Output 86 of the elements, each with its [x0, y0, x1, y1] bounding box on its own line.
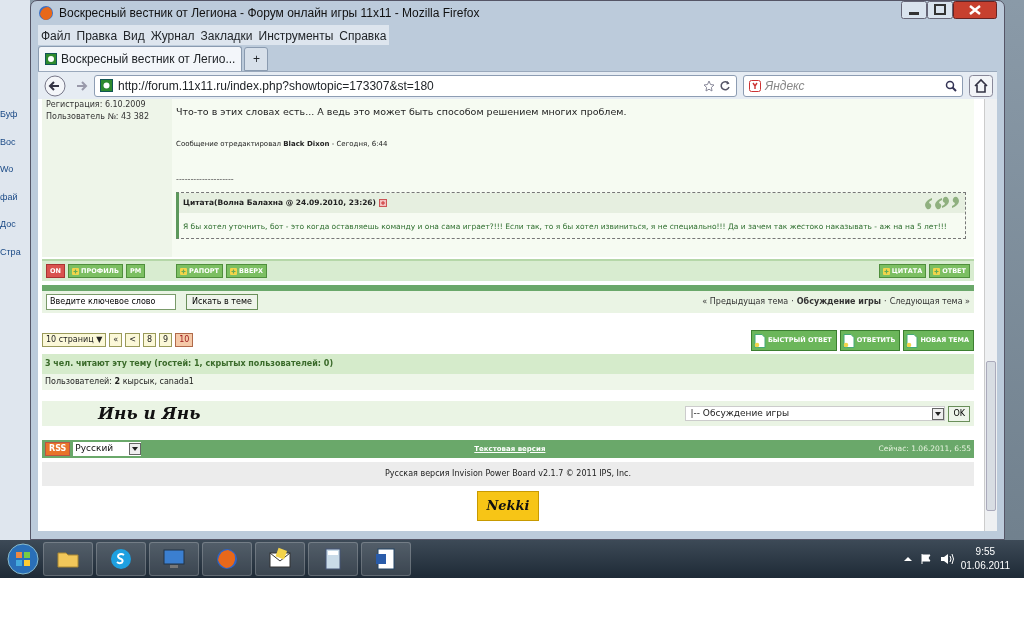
- site-icon: [100, 79, 113, 92]
- background-window-text: Wo: [0, 163, 15, 176]
- dot-separator: ·: [884, 296, 887, 308]
- taskbar-button[interactable]: [43, 542, 93, 576]
- sponsor-logo[interactable]: Nekki: [477, 491, 539, 521]
- quote-mark-icon: [923, 195, 961, 210]
- registration-date: Регистрация: 6.10.2009: [46, 99, 147, 111]
- window-title: Воскресный вестник от Легиона - Форум онлайн игры 11х11 - Mozilla Firefox: [59, 5, 480, 22]
- taskbar-button[interactable]: [308, 542, 358, 576]
- signature-separator: --------------------: [176, 173, 235, 186]
- address-field[interactable]: http://forum.11x11.ru/index.php?showtopic=173307&st=180: [94, 74, 737, 97]
- page-icon: [906, 333, 919, 348]
- user-number: Пользователь №: 43 382: [46, 111, 150, 123]
- users-label: Пользователей:: [45, 377, 113, 386]
- ok-button[interactable]: OK: [948, 405, 970, 422]
- menu-item[interactable]: Справка: [336, 25, 390, 45]
- menu-item[interactable]: Журнал: [147, 25, 198, 45]
- keyword-field[interactable]: Введите ключевое слово: [46, 294, 176, 310]
- back-button[interactable]: [42, 74, 68, 97]
- taskbar-button[interactable]: [255, 542, 305, 576]
- document-icon: [374, 547, 398, 571]
- readers-title: 3 чел. читают эту тему (гостей: 1, скрытых пользователей: 0): [42, 354, 974, 374]
- clock-time[interactable]: 9:55: [960, 545, 1010, 559]
- user-link[interactable]: canada1: [159, 377, 194, 386]
- plus-icon: [180, 267, 187, 275]
- clock-date[interactable]: 01.06.2011: [960, 559, 1010, 573]
- user-count: 2: [114, 377, 121, 386]
- plus-icon: [933, 267, 941, 275]
- page-icon: [842, 333, 855, 348]
- chat-app-icon: [109, 547, 133, 571]
- site-icon: [45, 53, 57, 65]
- browser-logo-icon: [38, 5, 54, 21]
- search-topic-button[interactable]: Искать в теме: [186, 294, 258, 310]
- plus-icon: [71, 267, 79, 275]
- copyright-text: Русская версия Invision Power Board v2.1.7 © 2011 IPS, Inc.: [42, 462, 974, 486]
- page-icon: [753, 333, 766, 348]
- next-topic-link[interactable]: Следующая тема »: [889, 296, 970, 308]
- taskbar-button[interactable]: [96, 542, 146, 576]
- menu-item[interactable]: Закладки: [197, 25, 256, 45]
- background-window-text: фай: [0, 190, 19, 204]
- forum-jump-select[interactable]: |-- Обсуждение игры: [685, 405, 946, 422]
- reload-button[interactable]: [719, 79, 731, 92]
- monitor-icon: [162, 547, 186, 571]
- browser-tab[interactable]: Воскресный вестник от Легио...: [38, 46, 243, 71]
- start-button[interactable]: [6, 542, 40, 576]
- page-link[interactable]: <: [125, 333, 140, 347]
- flag-icon[interactable]: [919, 553, 932, 565]
- dropdown-icon: [129, 443, 142, 455]
- background-window-text: Дос: [0, 218, 17, 231]
- menu-item[interactable]: Правка: [73, 25, 121, 45]
- search-icon[interactable]: [945, 79, 957, 92]
- plus-icon: [882, 267, 890, 275]
- language-select[interactable]: Русский: [73, 442, 142, 456]
- page-link[interactable]: 10: [175, 333, 194, 347]
- post-text: Что-то в этих словах есть... А ведь это может быть способом решением многих проблем.: [176, 105, 628, 119]
- menu-item[interactable]: Вид: [120, 25, 148, 45]
- maximize-button[interactable]: [927, 1, 953, 19]
- page-link[interactable]: 9: [159, 333, 173, 347]
- previous-topic-link[interactable]: « Предыдущая тема: [702, 296, 789, 308]
- background-window-text: Буф: [0, 108, 19, 121]
- scrollbar[interactable]: [984, 99, 997, 531]
- page-link[interactable]: «: [109, 333, 123, 347]
- search-engine-icon: [749, 79, 761, 92]
- comma: ,: [154, 377, 157, 386]
- search-field[interactable]: Яндекс: [743, 74, 963, 97]
- home-button[interactable]: [969, 74, 993, 97]
- minimize-button[interactable]: [901, 1, 927, 19]
- plus-icon: [229, 267, 237, 275]
- dropdown-icon: [932, 407, 945, 420]
- star-icon[interactable]: [703, 79, 715, 92]
- new-tab-button[interactable]: +: [244, 47, 269, 71]
- expand-icon[interactable]: [379, 198, 387, 207]
- close-button[interactable]: [953, 1, 997, 19]
- speaker-icon[interactable]: [939, 553, 954, 565]
- up-arrow-icon[interactable]: [903, 555, 912, 563]
- dot-separator: ·: [791, 296, 794, 308]
- menu-item[interactable]: Инструменты: [255, 25, 337, 45]
- page-link[interactable]: 8: [142, 333, 157, 347]
- envelope-icon: [268, 547, 292, 571]
- background-window-text: Вос: [0, 135, 17, 149]
- forum-logo: Инь и Янь: [98, 401, 201, 425]
- current-topic: Обсуждение игры: [796, 296, 882, 308]
- page-link[interactable]: 10 страниц ▼: [42, 333, 107, 347]
- menu-item[interactable]: Файл: [38, 25, 74, 45]
- background-window-text: Стра: [0, 245, 22, 259]
- taskbar-button[interactable]: [361, 542, 411, 576]
